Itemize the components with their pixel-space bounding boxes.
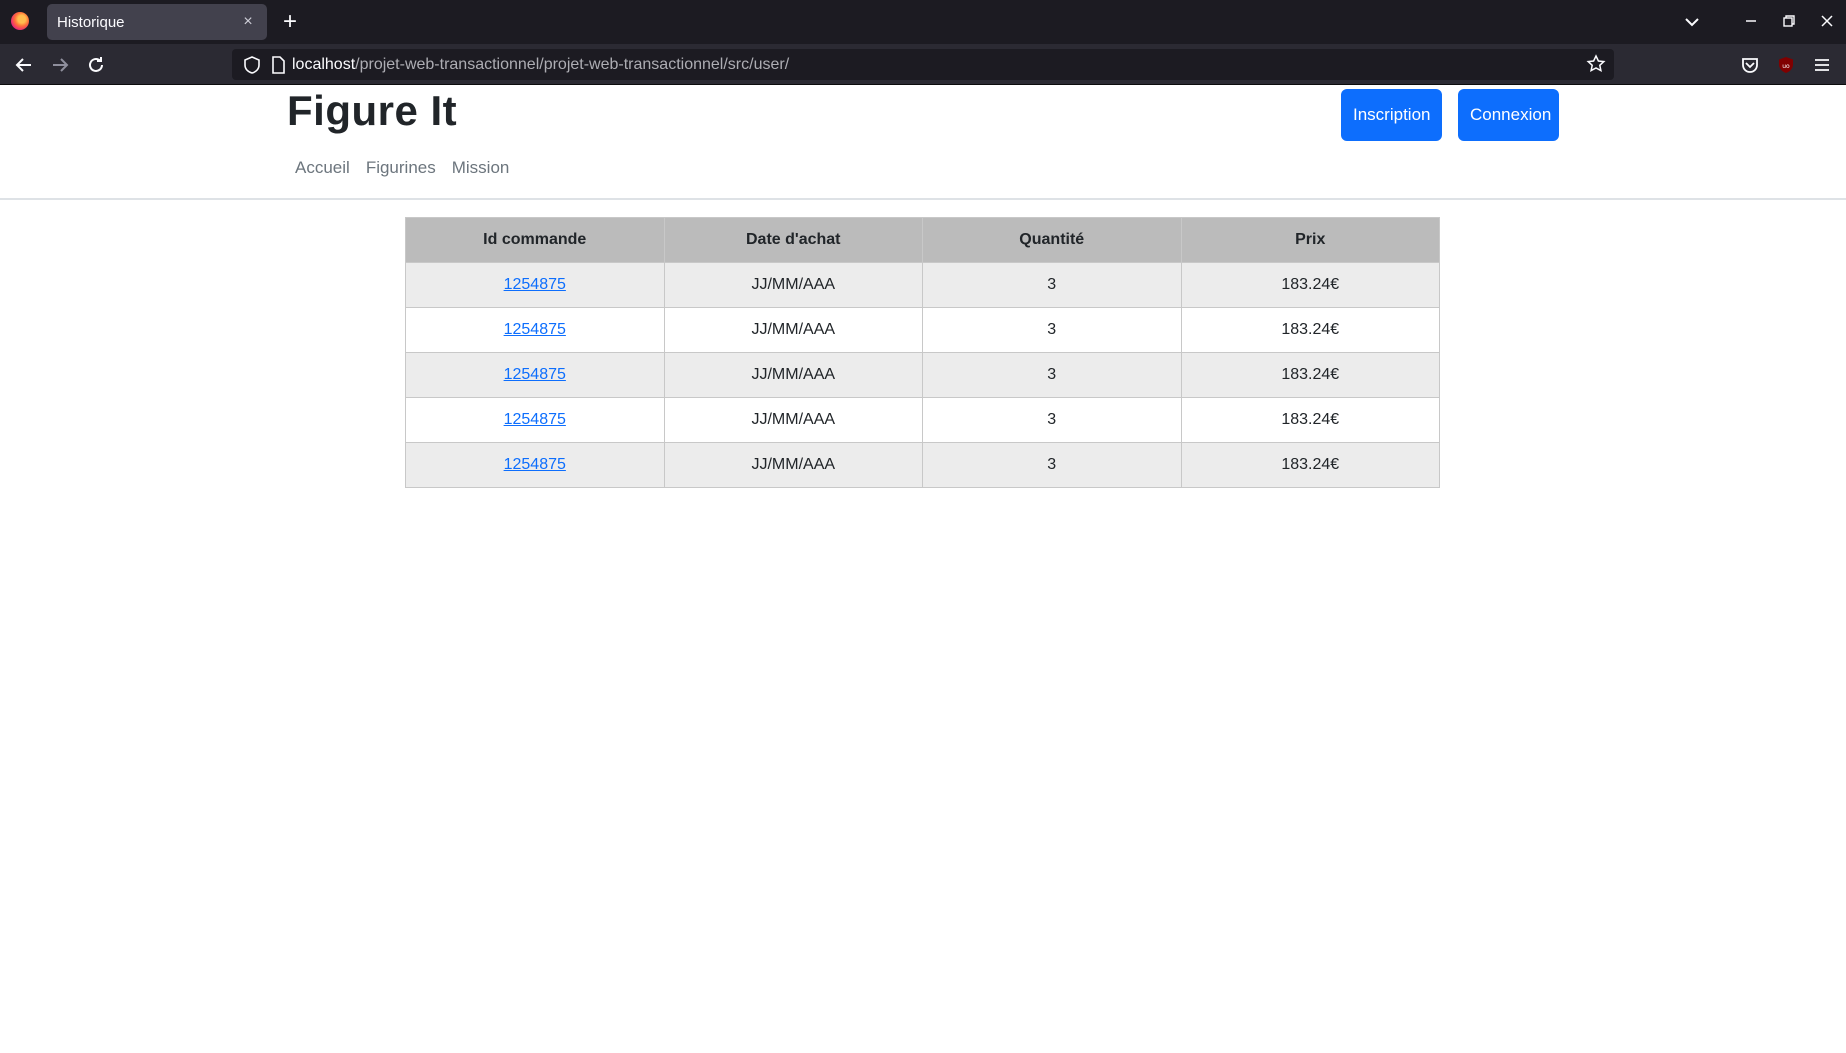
order-id-cell: 1254875 [405, 352, 665, 398]
column-header-id: Id commande [405, 217, 665, 263]
order-id-cell: 1254875 [405, 262, 665, 308]
browser-tab[interactable]: Historique × [47, 4, 267, 40]
url-host: localhost [292, 56, 356, 73]
order-id-cell: 1254875 [405, 442, 665, 488]
login-button[interactable]: Connexion [1458, 89, 1559, 141]
restore-icon[interactable] [1778, 10, 1800, 32]
price-cell: 183.24€ [1180, 352, 1440, 398]
svg-text:uo: uo [1782, 63, 1790, 70]
pocket-icon[interactable] [1737, 52, 1763, 78]
browser-tab-bar: Historique × + [0, 0, 1846, 44]
quantity-cell: 3 [922, 352, 1182, 398]
bookmark-star-icon[interactable] [1586, 54, 1606, 79]
list-all-tabs-icon[interactable] [1680, 10, 1704, 34]
table-header-row: Id commande Date d'achat Quantité Prix [405, 217, 1440, 263]
table-row: 1254875 JJ/MM/AAA 3 183.24€ [405, 352, 1440, 398]
order-id-link[interactable]: 1254875 [504, 456, 566, 473]
signup-button[interactable]: Inscription [1341, 89, 1442, 141]
price-cell: 183.24€ [1180, 307, 1440, 353]
new-tab-button[interactable]: + [278, 8, 302, 36]
forward-arrow-icon[interactable] [47, 52, 73, 78]
column-header-price: Prix [1180, 217, 1440, 263]
close-window-icon[interactable] [1816, 10, 1838, 32]
nav-link-figurines[interactable]: Figurines [366, 158, 436, 178]
quantity-cell: 3 [922, 262, 1182, 308]
price-cell: 183.24€ [1180, 262, 1440, 308]
order-id-cell: 1254875 [405, 307, 665, 353]
url-path: /projet-web-transactionnel/projet-web-tr… [355, 56, 790, 73]
price-cell: 183.24€ [1180, 397, 1440, 443]
order-id-cell: 1254875 [405, 397, 665, 443]
tracking-shield-icon[interactable] [242, 55, 262, 80]
order-history-table: Id commande Date d'achat Quantité Prix 1… [405, 217, 1440, 488]
order-id-link[interactable]: 1254875 [504, 321, 566, 338]
hamburger-menu-icon[interactable] [1809, 52, 1835, 78]
browser-nav-bar: localhost/projet-web-transactionnel/proj… [0, 44, 1846, 85]
site-header: Figure It Inscription Connexion Accueil … [0, 85, 1846, 200]
site-brand[interactable]: Figure It [287, 87, 457, 135]
column-header-date: Date d'achat [663, 217, 923, 263]
purchase-date-cell: JJ/MM/AAA [663, 307, 923, 353]
url-bar[interactable]: localhost/projet-web-transactionnel/proj… [232, 49, 1614, 80]
reload-icon[interactable] [83, 52, 109, 78]
purchase-date-cell: JJ/MM/AAA [663, 352, 923, 398]
page-content: Figure It Inscription Connexion Accueil … [0, 85, 1846, 1053]
price-cell: 183.24€ [1180, 442, 1440, 488]
table-row: 1254875 JJ/MM/AAA 3 183.24€ [405, 262, 1440, 308]
column-header-quantity: Quantité [922, 217, 1182, 263]
site-nav: Accueil Figurines Mission [295, 158, 509, 178]
table-row: 1254875 JJ/MM/AAA 3 183.24€ [405, 307, 1440, 353]
nav-link-accueil[interactable]: Accueil [295, 158, 350, 178]
purchase-date-cell: JJ/MM/AAA [663, 262, 923, 308]
order-id-link[interactable]: 1254875 [504, 276, 566, 293]
table-row: 1254875 JJ/MM/AAA 3 183.24€ [405, 442, 1440, 488]
tab-close-icon[interactable]: × [239, 13, 257, 31]
url-text[interactable]: localhost/projet-web-transactionnel/proj… [292, 49, 789, 80]
purchase-date-cell: JJ/MM/AAA [663, 397, 923, 443]
page-info-icon[interactable] [270, 55, 286, 80]
firefox-logo-icon [11, 12, 29, 30]
quantity-cell: 3 [922, 397, 1182, 443]
back-arrow-icon[interactable] [11, 52, 37, 78]
quantity-cell: 3 [922, 307, 1182, 353]
nav-link-mission[interactable]: Mission [452, 158, 510, 178]
quantity-cell: 3 [922, 442, 1182, 488]
tab-title: Historique [57, 13, 125, 31]
purchase-date-cell: JJ/MM/AAA [663, 442, 923, 488]
minimize-icon[interactable] [1740, 10, 1762, 32]
table-row: 1254875 JJ/MM/AAA 3 183.24€ [405, 397, 1440, 443]
ublock-origin-icon[interactable]: uo [1773, 52, 1799, 78]
order-id-link[interactable]: 1254875 [504, 366, 566, 383]
order-id-link[interactable]: 1254875 [504, 411, 566, 428]
